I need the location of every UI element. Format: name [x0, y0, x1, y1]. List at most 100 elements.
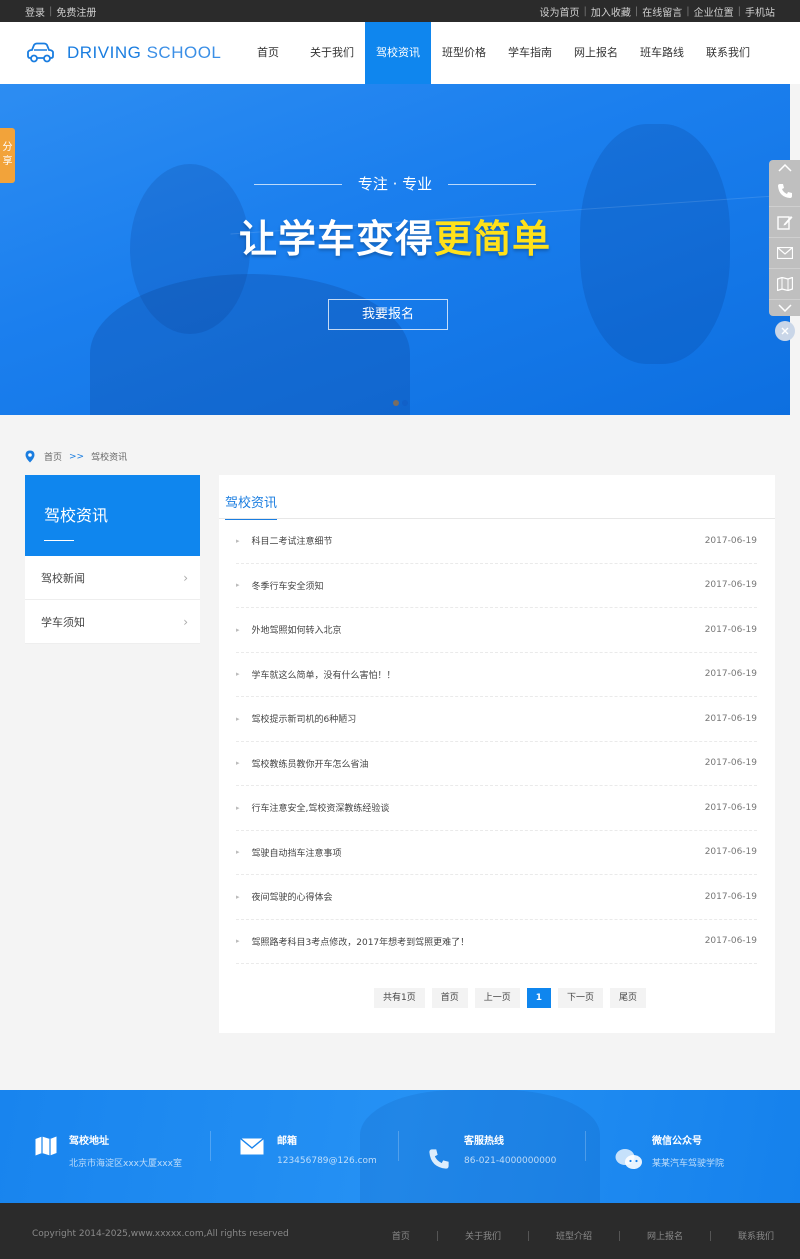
- footer-nav-contact[interactable]: 联系我们: [738, 1225, 774, 1246]
- bullet-icon: ▸: [236, 625, 240, 634]
- map-button[interactable]: [769, 269, 800, 300]
- footer-nav-separator: [527, 1231, 529, 1241]
- nav-contact[interactable]: 联系我们: [695, 22, 761, 84]
- main-nav: 首页 关于我们 驾校资讯 班型价格 学车指南 网上报名 班车路线 联系我们: [237, 22, 761, 84]
- chevron-right-icon: ›: [183, 614, 188, 629]
- page-current[interactable]: 1: [526, 988, 552, 1008]
- footer-nav-separator: [618, 1231, 620, 1241]
- footer-address-value: 北京市海淀区xxx大厦xxx室: [69, 1159, 182, 1169]
- article-date: 2017-06-19: [704, 847, 757, 858]
- article-row[interactable]: ▸ 驾照路考科目3考点修改，2017年想考到驾照更难了！ 2017-06-19: [236, 920, 757, 964]
- article-title: 驾校提示新司机的6种陋习: [251, 715, 357, 726]
- breadcrumb-home[interactable]: 首页: [44, 450, 62, 463]
- floating-toolbar: [769, 160, 800, 316]
- site-header: DRIVING SCHOOL 首页 关于我们 驾校资讯 班型价格 学车指南 网上…: [0, 22, 800, 84]
- article-title: 行车注意安全,驾校资深教练经验谈: [251, 804, 390, 815]
- phone-button[interactable]: [769, 176, 800, 207]
- separator: |: [49, 5, 53, 17]
- carousel-dot[interactable]: [393, 400, 399, 406]
- nav-home[interactable]: 首页: [237, 22, 299, 84]
- top-bar-right: 设为首页 | 加入收藏 | 在线留言 | 企业位置 | 手机站: [540, 4, 776, 19]
- top-bar-left: 登录 | 免费注册: [25, 4, 96, 19]
- article-row[interactable]: ▸ 冬季行车安全须知 2017-06-19: [236, 564, 757, 608]
- article-row[interactable]: ▸ 外地驾照如何转入北京 2017-06-19: [236, 608, 757, 653]
- sidebar: 驾校资讯 驾校新闻 › 学车须知 ›: [25, 475, 200, 644]
- article-row[interactable]: ▸ 驾校提示新司机的6种陋习 2017-06-19: [236, 697, 757, 742]
- close-toolbar-button[interactable]: [775, 321, 795, 341]
- nav-news[interactable]: 驾校资讯: [365, 22, 431, 84]
- footer-nav-about[interactable]: 关于我们: [465, 1225, 501, 1246]
- phone-icon: [777, 184, 792, 198]
- motto-text: 专注 · 专业: [357, 175, 433, 193]
- footer-nav-classes[interactable]: 班型介绍: [556, 1225, 592, 1246]
- footer-wechat-value: 某某汽车驾驶学院: [652, 1159, 725, 1169]
- phone-icon: [429, 1149, 449, 1169]
- sidebar-item-news[interactable]: 驾校新闻 ›: [25, 556, 200, 600]
- nav-pricing[interactable]: 班型价格: [431, 22, 497, 84]
- article-date: 2017-06-19: [704, 802, 757, 813]
- panel-tab[interactable]: 驾校资讯: [225, 492, 278, 520]
- article-row[interactable]: ▸ 行车注意安全,驾校资深教练经验谈 2017-06-19: [236, 786, 757, 831]
- pagination: 共有1页 首页 上一页 1 下一页 尾页: [374, 988, 653, 1008]
- location-pin-icon: [25, 450, 35, 463]
- motto-line: [253, 184, 342, 185]
- article-title: 驾照路考科目3考点修改，2017年想考到驾照更难了！: [251, 937, 470, 948]
- footer-nav-signup[interactable]: 网上报名: [647, 1225, 683, 1246]
- page-prev-button[interactable]: 上一页: [474, 988, 520, 1008]
- bullet-icon: ▸: [236, 892, 240, 901]
- footer-hotline-title: 客服热线: [464, 1136, 504, 1147]
- page-next-button[interactable]: 下一页: [558, 988, 604, 1008]
- article-row[interactable]: ▸ 驾驶自动挡车注意事项 2017-06-19: [236, 831, 757, 875]
- chevron-down-icon: [777, 304, 792, 312]
- article-title: 学车就这么简单，没有什么害怕！！: [251, 670, 396, 681]
- nav-about[interactable]: 关于我们: [299, 22, 365, 84]
- footer-nav: 首页 关于我们 班型介绍 网上报名 联系我们: [392, 1225, 774, 1246]
- footer-nav-home[interactable]: 首页: [392, 1225, 410, 1246]
- mail-icon: [240, 1138, 264, 1155]
- set-homepage-link[interactable]: 设为首页: [540, 4, 580, 19]
- article-date: 2017-06-19: [704, 624, 757, 635]
- article-row[interactable]: ▸ 夜间驾驶的心得体会 2017-06-19: [236, 875, 757, 920]
- logo[interactable]: DRIVING SCHOOL: [25, 42, 235, 64]
- bullet-icon: ▸: [236, 803, 240, 812]
- signup-cta-button[interactable]: 我要报名: [328, 299, 448, 330]
- bullet-icon: ▸: [236, 759, 240, 768]
- logo-thin: SCHOOL: [146, 43, 222, 62]
- bullet-icon: ▸: [236, 937, 240, 946]
- edit-button[interactable]: [769, 207, 800, 238]
- headline-text: 让学车变得: [238, 217, 434, 261]
- article-title: 夜间驾驶的心得体会: [251, 893, 333, 904]
- share-tab[interactable]: 分享: [0, 128, 15, 183]
- footer-wechat-title: 微信公众号: [652, 1136, 702, 1147]
- footer-divider: [585, 1131, 586, 1161]
- top-bar: 登录 | 免费注册 设为首页 | 加入收藏 | 在线留言 | 企业位置 | 手机…: [0, 0, 800, 22]
- scroll-up-button[interactable]: [769, 160, 800, 176]
- carousel-dot-active[interactable]: [402, 400, 408, 406]
- footer-bottom: Copyright 2014-2025,www.xxxxx.com,All ri…: [0, 1203, 800, 1259]
- online-message-link[interactable]: 在线留言: [642, 4, 682, 19]
- page-last-button[interactable]: 尾页: [610, 988, 647, 1008]
- footer-address: 驾校地址 北京市海淀区xxx大厦xxx室: [0, 1090, 200, 1203]
- login-link[interactable]: 登录: [25, 4, 45, 19]
- breadcrumb-current[interactable]: 驾校资讯: [91, 450, 127, 463]
- mail-button[interactable]: [769, 238, 800, 269]
- mobile-site-link[interactable]: 手机站: [745, 4, 775, 19]
- banner-headline: 让学车变得更简单: [0, 208, 790, 263]
- bullet-icon: ▸: [236, 536, 240, 545]
- article-date: 2017-06-19: [704, 535, 757, 546]
- bullet-icon: ▸: [236, 670, 240, 679]
- scroll-down-button[interactable]: [769, 300, 800, 316]
- chevron-up-icon: [777, 164, 792, 172]
- company-location-link[interactable]: 企业位置: [694, 4, 734, 19]
- nav-shuttle[interactable]: 班车路线: [629, 22, 695, 84]
- register-link[interactable]: 免费注册: [56, 4, 96, 19]
- article-row[interactable]: ▸ 科目二考试注意细节 2017-06-19: [236, 519, 757, 564]
- sidebar-item-notice[interactable]: 学车须知 ›: [25, 600, 200, 644]
- nav-signup[interactable]: 网上报名: [563, 22, 629, 84]
- nav-guide[interactable]: 学车指南: [497, 22, 563, 84]
- article-row[interactable]: ▸ 学车就这么简单，没有什么害怕！！ 2017-06-19: [236, 653, 757, 697]
- article-row[interactable]: ▸ 驾校教练员教你开车怎么省油 2017-06-19: [236, 742, 757, 786]
- add-favorite-link[interactable]: 加入收藏: [591, 4, 631, 19]
- page-first-button[interactable]: 首页: [431, 988, 468, 1008]
- article-date: 2017-06-19: [704, 936, 757, 947]
